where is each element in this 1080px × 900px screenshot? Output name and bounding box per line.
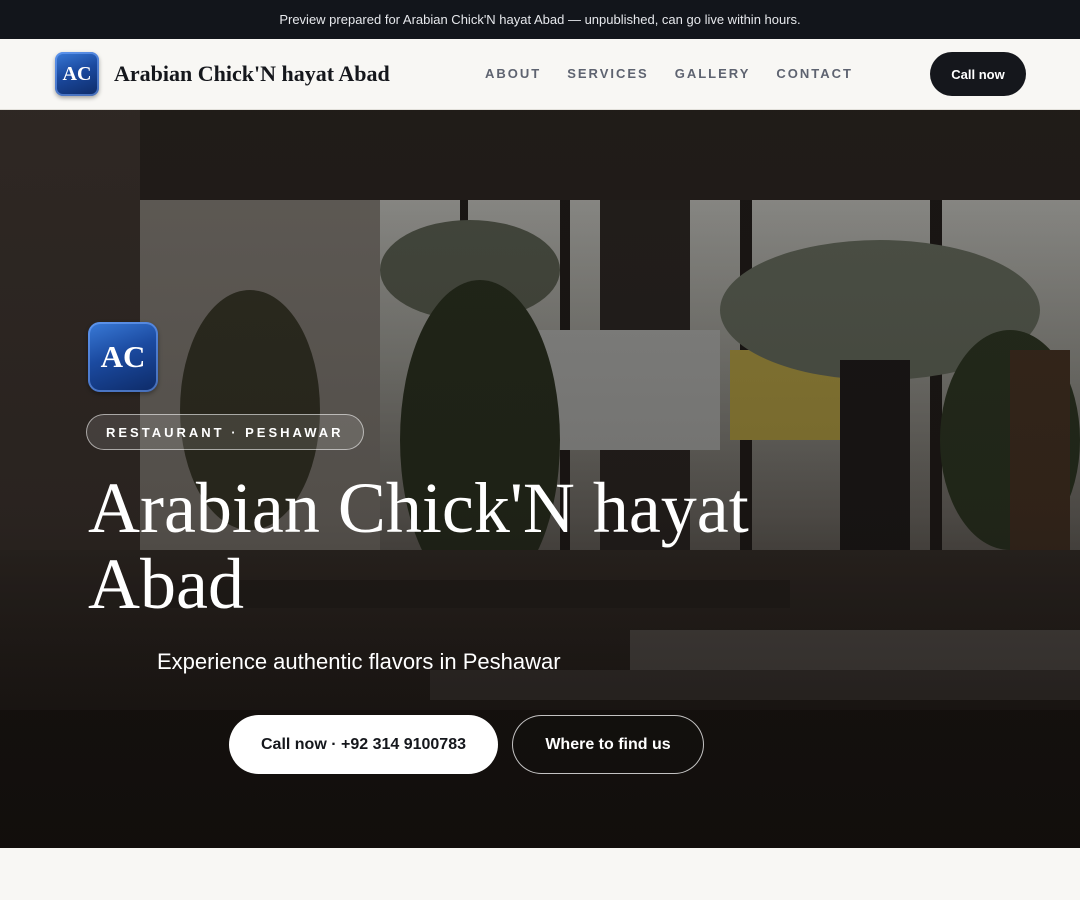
find-us-button[interactable]: Where to find us — [512, 715, 704, 774]
hero-section: AC RESTAURANT · PESHAWAR Arabian Chick'N… — [0, 110, 1080, 848]
nav-link-about[interactable]: ABOUT — [485, 66, 541, 81]
preview-banner: Preview prepared for Arabian Chick'N hay… — [0, 0, 1080, 39]
category-tag: RESTAURANT · PESHAWAR — [86, 414, 364, 450]
hero-logo-badge: AC — [88, 322, 158, 392]
site-header: AC Arabian Chick'N hayat Abad ABOUT SERV… — [0, 39, 1080, 110]
nav-link-gallery[interactable]: GALLERY — [675, 66, 751, 81]
call-now-button[interactable]: Call now — [930, 52, 1026, 96]
hero-subtitle: Experience authentic flavors in Peshawar — [157, 649, 561, 674]
call-phone-button[interactable]: Call now · +92 314 9100783 — [229, 715, 498, 774]
main-nav: ABOUT SERVICES GALLERY CONTACT — [485, 66, 879, 81]
logo-badge[interactable]: AC — [55, 52, 99, 96]
preview-banner-text: Preview prepared for Arabian Chick'N hay… — [279, 12, 801, 27]
next-section — [0, 848, 1080, 900]
nav-link-contact[interactable]: CONTACT — [776, 66, 853, 81]
hero-title: Arabian Chick'N hayat Abad — [88, 468, 749, 624]
nav-link-services[interactable]: SERVICES — [567, 66, 649, 81]
brand-name[interactable]: Arabian Chick'N hayat Abad — [114, 61, 390, 87]
